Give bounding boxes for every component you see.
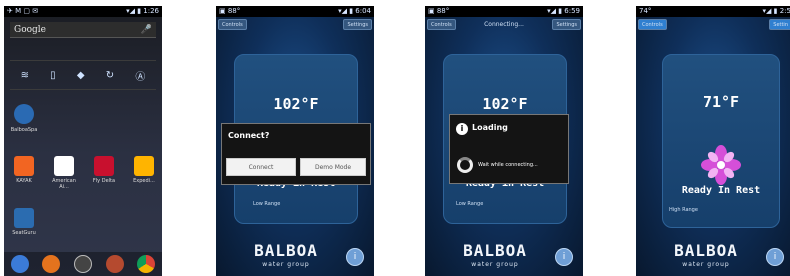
ready-status: Ready In Rest <box>681 185 761 196</box>
status-bar: 74° ▾◢ ▮ 2:5 <box>636 6 790 17</box>
loading-message: Wait while connecting... <box>478 162 538 168</box>
connect-screen: ▣ 88° ▾◢ ▮ 6:04 Controls Settings 102°F … <box>216 6 374 276</box>
connect-button[interactable]: Connect <box>226 158 296 176</box>
balboa-logo: BALBOA <box>463 241 527 260</box>
balboaspa-app-icon[interactable] <box>14 104 34 124</box>
logo-subtitle: water group <box>471 261 519 268</box>
expedia-app-icon[interactable] <box>134 156 154 176</box>
app-label: KAYAK <box>16 178 32 184</box>
game-icon[interactable] <box>105 255 124 273</box>
american-airlines-app-icon[interactable] <box>54 156 74 176</box>
brightness-icon[interactable]: Ⓐ <box>135 68 145 83</box>
temperature: 102°F <box>482 95 528 113</box>
status-left: 74° <box>639 7 652 15</box>
range-label: High Range <box>669 207 698 213</box>
info-icon: i <box>456 123 468 135</box>
status-left: ▣ 88° <box>428 7 450 15</box>
phone-icon[interactable] <box>10 255 29 273</box>
balboa-logo: BALBOA <box>254 241 318 260</box>
app-label: Expedi... <box>133 178 155 184</box>
temperature: 71°F <box>702 93 740 111</box>
firefox-icon[interactable] <box>42 255 61 273</box>
status-right: ▾◢ ▮ 6:04 <box>338 7 371 15</box>
top-bar: Controls Settings <box>216 17 374 31</box>
logo-subtitle: water group <box>682 261 730 268</box>
ready-screen: 74° ▾◢ ▮ 2:5 Controls Settin 71°F Ready … <box>636 6 790 276</box>
status-bar: ▣ 88° ▾◢ ▮ 6:04 <box>216 6 374 17</box>
app-label: SeatGuru <box>12 230 36 236</box>
top-bar: Controls Settin <box>636 17 790 31</box>
app-label: Fly Delta <box>92 178 116 184</box>
dialog-title: Connect? <box>228 131 270 140</box>
settings-button[interactable]: Settings <box>552 19 581 30</box>
demo-mode-button[interactable]: Demo Mode <box>300 158 366 176</box>
range-label: Low Range <box>456 201 484 207</box>
bluetooth-icon[interactable]: ▯ <box>50 70 56 81</box>
info-icon[interactable]: i <box>766 248 784 266</box>
top-bar: Controls Connecting... Settings <box>425 17 583 31</box>
temperature: 102°F <box>273 95 319 113</box>
sync-icon[interactable]: ↻ <box>106 70 114 81</box>
spa-status-icon <box>701 145 741 185</box>
settings-button[interactable]: Settin <box>769 19 790 30</box>
status-left: ▣ 88° <box>219 7 241 15</box>
status-right: ▾◢ ▮ 6:59 <box>547 7 580 15</box>
dock <box>4 252 162 276</box>
kayak-app-icon[interactable] <box>14 156 34 176</box>
status-right: ▾◢ ▮ 2:5 <box>762 7 790 15</box>
status-bar: ▣ 88° ▾◢ ▮ 6:59 <box>425 6 583 17</box>
google-search-bar[interactable]: Google 🎤 <box>10 22 156 38</box>
chrome-icon[interactable] <box>137 255 156 273</box>
mic-icon[interactable]: 🎤 <box>141 22 152 38</box>
spa-panel: 71°F Ready In Rest High Range <box>662 54 780 228</box>
loading-screen: ▣ 88° ▾◢ ▮ 6:59 Controls Connecting... S… <box>425 6 583 276</box>
logo-subtitle: water group <box>262 261 310 268</box>
status-left: ✈ M ▢ ✉ <box>7 7 39 15</box>
quick-settings: ≋ ▯ ◆ ↻ Ⓐ <box>10 60 156 90</box>
info-icon[interactable]: i <box>555 248 573 266</box>
fly-delta-app-icon[interactable] <box>94 156 114 176</box>
status-right: ▾◢ ▮ 1:26 <box>126 7 159 15</box>
loading-dialog: i Loading Wait while connecting... <box>449 114 569 184</box>
range-label: Low Range <box>253 201 281 207</box>
controls-button[interactable]: Controls <box>638 19 667 30</box>
dialog-title: Loading <box>472 123 508 132</box>
balboa-logo: BALBOA <box>674 241 738 260</box>
app-label: BalboaSpa <box>10 127 38 133</box>
home-screen: ✈ M ▢ ✉ ▾◢ ▮ 1:26 Google 🎤 ≋ ▯ ◆ ↻ Ⓐ Bal… <box>4 6 162 276</box>
controls-button[interactable]: Controls <box>218 19 247 30</box>
app-label: American Ai... <box>52 178 76 190</box>
search-placeholder: Google <box>14 25 46 35</box>
wifi-icon[interactable]: ≋ <box>21 70 29 81</box>
data-icon[interactable]: ◆ <box>77 70 85 81</box>
apps-icon[interactable] <box>73 255 92 273</box>
seatguru-app-icon[interactable] <box>14 208 34 228</box>
info-icon[interactable]: i <box>346 248 364 266</box>
settings-button[interactable]: Settings <box>343 19 372 30</box>
connect-dialog: Connect? Connect Demo Mode <box>221 123 371 185</box>
spinner-icon <box>457 157 473 173</box>
status-bar: ✈ M ▢ ✉ ▾◢ ▮ 1:26 <box>4 6 162 17</box>
